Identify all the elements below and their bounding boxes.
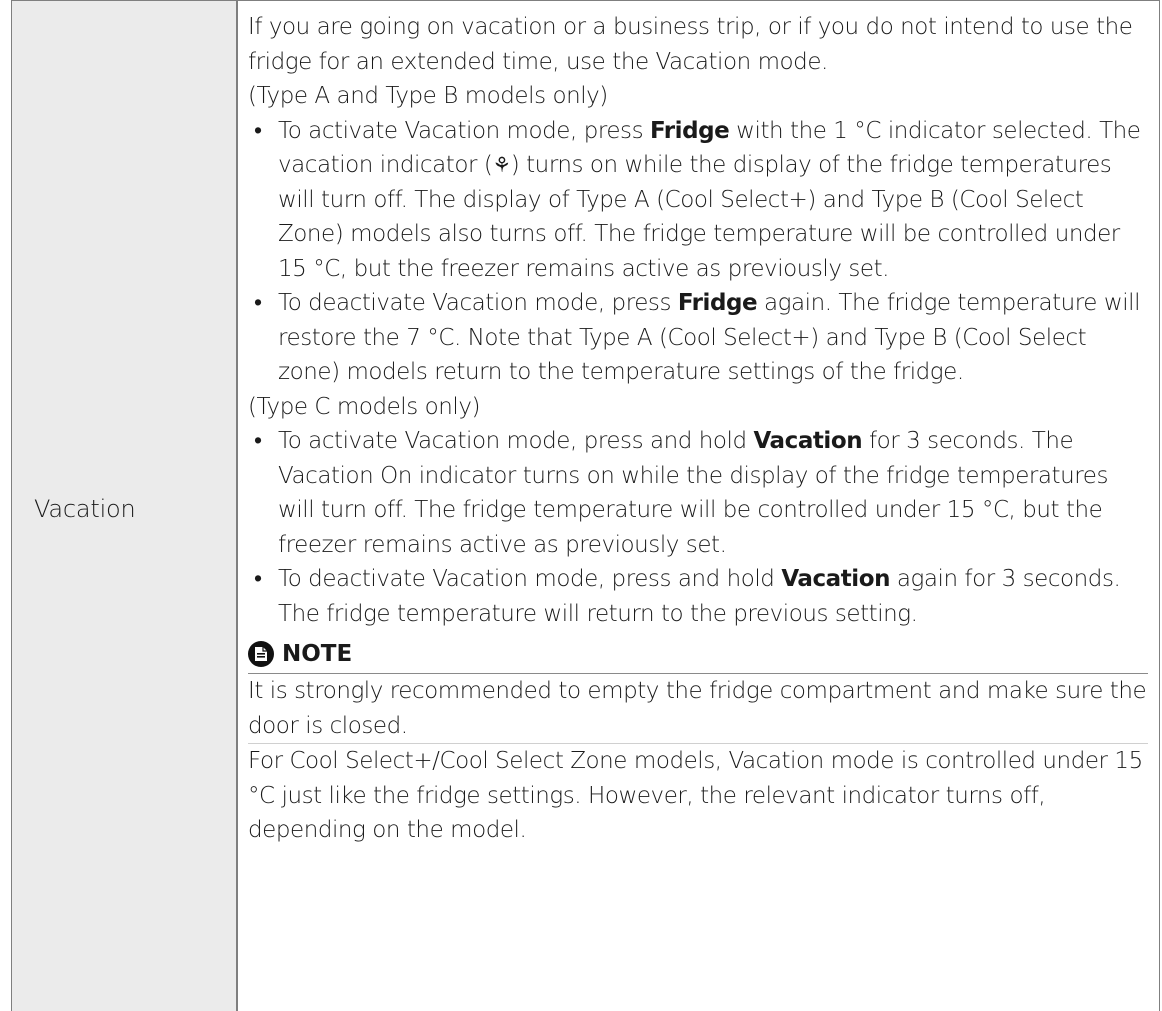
note-document-icon <box>248 641 274 667</box>
section-heading-type-ab: (Type A and Type B models only) <box>248 83 608 109</box>
note-label: NOTE <box>282 640 353 667</box>
list-item: To activate Vacation mode, press Fridge … <box>248 114 1148 287</box>
vacation-button-ref: Vacation <box>753 428 863 454</box>
intro-paragraph: If you are going on vacation or a busine… <box>248 14 1133 75</box>
row-label-cell: Vacation <box>11 0 237 1011</box>
vacation-button-ref: Vacation <box>781 566 890 592</box>
fridge-button-ref: Fridge <box>677 290 758 316</box>
vacation-indicator-icon: ⚘ <box>492 153 511 177</box>
type-c-list: To activate Vacation mode, press and hol… <box>248 424 1148 631</box>
list-item: To activate Vacation mode, press and hol… <box>248 424 1148 562</box>
note-paragraph: For Cool Select+/Cool Select Zone models… <box>248 748 1143 843</box>
list-item: To deactivate Vacation mode, press Fridg… <box>248 286 1148 390</box>
description-cell: If you are going on vacation or a busine… <box>248 10 1148 848</box>
note-body: It is strongly recommended to empty the … <box>248 674 1148 848</box>
note-heading: NOTE <box>248 635 1148 674</box>
type-ab-list: To activate Vacation mode, press Fridge … <box>248 114 1148 390</box>
note-paragraph: It is strongly recommended to empty the … <box>248 674 1148 744</box>
list-item: To deactivate Vacation mode, press and h… <box>248 562 1148 631</box>
fridge-button-ref: Fridge <box>649 117 730 144</box>
row-label: Vacation <box>34 495 136 523</box>
section-heading-type-c: (Type C models only) <box>248 393 481 420</box>
column-divider <box>236 0 238 1011</box>
